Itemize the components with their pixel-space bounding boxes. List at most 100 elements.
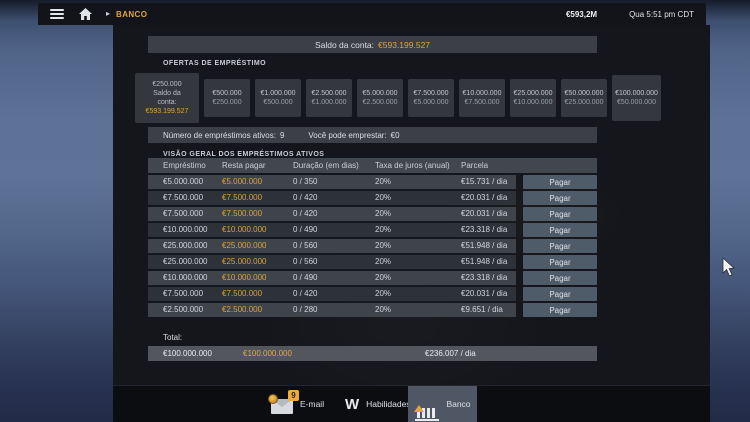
total-remaining: €100.000.000 xyxy=(243,346,292,361)
loan-offer-card[interactable]: €1.000.000 €500.000 xyxy=(255,79,301,117)
offer-amount: €50.000.000 xyxy=(565,89,604,98)
loan-installment: €9.651 / dia xyxy=(461,303,503,317)
loan-offer-card[interactable]: €7.500.000 €5.000.000 xyxy=(408,79,454,117)
loan-interest: 20% xyxy=(375,287,391,301)
loan-interest: 20% xyxy=(375,175,391,189)
pay-button[interactable]: Pagar xyxy=(523,271,597,285)
loan-duration: 0 / 490 xyxy=(293,223,317,237)
col-installment: Parcela xyxy=(461,158,488,173)
loan-offer-card[interactable]: €50.000.000 €25.000.000 xyxy=(561,79,607,117)
offer-sub-amount: €50.000.000 xyxy=(617,98,656,107)
pay-button[interactable]: Pagar xyxy=(523,287,597,301)
loan-remaining: €7.500.000 xyxy=(222,207,262,221)
loan-offer-card[interactable]: €25.000.000 €10.000.000 xyxy=(510,79,556,117)
loan-installment: €15.731 / dia xyxy=(461,175,507,189)
account-balance-bar: Saldo da conta: €593.199.527 xyxy=(148,36,597,53)
loan-offers: €250.000 Saldo da conta: €593.199.527 €5… xyxy=(135,73,661,123)
offer-sub-amount: €1.000.000 xyxy=(311,98,346,107)
home-icon[interactable] xyxy=(79,8,92,20)
loan-installment: €23.318 / dia xyxy=(461,223,507,237)
offer-sub-amount: €7.500.000 xyxy=(464,98,499,107)
can-borrow-value: €0 xyxy=(391,131,400,140)
loan-remaining: €10.000.000 xyxy=(222,223,267,237)
loan-row: €25.000.000 €25.000.000 0 / 560 20% €51.… xyxy=(148,239,597,253)
loan-interest: 20% xyxy=(375,191,391,205)
loan-duration: 0 / 420 xyxy=(293,287,317,301)
loan-row: €10.000.000 €10.000.000 0 / 490 20% €23.… xyxy=(148,223,597,237)
coin-icon xyxy=(268,394,278,404)
breadcrumb-arrow-icon: ▸ xyxy=(106,10,110,18)
active-loans-label: Número de empréstimos ativos: xyxy=(163,131,276,140)
loan-interest: 20% xyxy=(375,271,391,285)
pay-button[interactable]: Pagar xyxy=(523,223,597,237)
loan-offer-card[interactable]: €5.000.000 €2.500.000 xyxy=(357,79,403,117)
topbar: ▸ BANCO €593,2M Qua 5:51 pm CDT xyxy=(38,3,706,25)
loan-duration: 0 / 420 xyxy=(293,207,317,221)
loan-duration: 0 / 560 xyxy=(293,239,317,253)
loan-remaining: €10.000.000 xyxy=(222,271,267,285)
loan-duration: 0 / 350 xyxy=(293,175,317,189)
pay-button[interactable]: Pagar xyxy=(523,191,597,205)
loans-section-title: VISÃO GERAL DOS EMPRÉSTIMOS ATIVOS xyxy=(163,151,324,158)
game-screen: ▸ BANCO €593,2M Qua 5:51 pm CDT Saldo da… xyxy=(0,0,750,422)
loan-interest: 20% xyxy=(375,239,391,253)
offer-sub-amount: €250.000 xyxy=(212,98,241,107)
email-badge: 9 xyxy=(288,390,299,401)
pay-button[interactable]: Pagar xyxy=(523,239,597,253)
skills-icon: W xyxy=(345,397,359,412)
loan-amount: €25.000.000 xyxy=(163,255,208,269)
loan-row: €2.500.000 €2.500.000 0 / 280 20% €9.651… xyxy=(148,303,597,317)
loan-amount: €7.500.000 xyxy=(163,287,203,301)
loans-summary-bar: Número de empréstimos ativos: 9 Você pod… xyxy=(148,127,597,143)
tab-banco[interactable]: Banco xyxy=(408,386,477,422)
pay-button[interactable]: Pagar xyxy=(523,255,597,269)
bank-panel: Saldo da conta: €593.199.527 OFERTAS DE … xyxy=(113,25,710,422)
pay-button[interactable]: Pagar xyxy=(523,175,597,189)
offer-sub-amount: €2.500.000 xyxy=(362,98,397,107)
loan-offer-card[interactable]: €500.000 €250.000 xyxy=(204,79,250,117)
loan-offer-card[interactable]: €250.000 Saldo da conta: €593.199.527 xyxy=(135,73,199,123)
col-loan: Empréstimo xyxy=(163,158,206,173)
loan-remaining: €2.500.000 xyxy=(222,303,262,317)
loan-row: €10.000.000 €10.000.000 0 / 490 20% €23.… xyxy=(148,271,597,285)
loan-offer-card[interactable]: €10.000.000 €7.500.000 xyxy=(459,79,505,117)
loan-remaining: €25.000.000 xyxy=(222,255,267,269)
loan-interest: 20% xyxy=(375,255,391,269)
tab-email[interactable]: 9 E-mail xyxy=(271,386,324,422)
loan-remaining: €7.500.000 xyxy=(222,287,262,301)
loan-offer-card[interactable]: €2.500.000 €1.000.000 xyxy=(306,79,352,117)
offer-amount: €7.500.000 xyxy=(413,89,448,98)
offers-section-title: OFERTAS DE EMPRÉSTIMO xyxy=(163,60,266,67)
total-row: €100.000.000 €100.000.000 €236.007 / dia xyxy=(148,346,597,361)
offer-amount: €10.000.000 xyxy=(463,89,502,98)
loan-installment: €20.031 / dia xyxy=(461,207,507,221)
datetime: Qua 5:51 pm CDT xyxy=(629,10,694,19)
loan-amount: €5.000.000 xyxy=(163,175,203,189)
balance-label: Saldo da conta: xyxy=(315,40,374,50)
loan-amount: €7.500.000 xyxy=(163,207,203,221)
can-borrow-label: Você pode emprestar: xyxy=(308,131,386,140)
pay-button[interactable]: Pagar xyxy=(523,303,597,317)
tab-email-label: E-mail xyxy=(300,399,324,409)
loan-duration: 0 / 490 xyxy=(293,271,317,285)
offer-amount: €5.000.000 xyxy=(362,89,397,98)
col-remaining: Resta pagar xyxy=(222,158,266,173)
offer-amount: €250.000 xyxy=(152,80,181,89)
breadcrumb-banco[interactable]: BANCO xyxy=(116,10,147,19)
loan-amount: €25.000.000 xyxy=(163,239,208,253)
loan-interest: 20% xyxy=(375,223,391,237)
tab-habilidades[interactable]: W Habilidades xyxy=(345,386,411,422)
offer-sub-amount: €10.000.000 xyxy=(514,98,553,107)
loan-amount: €7.500.000 xyxy=(163,191,203,205)
loan-installment: €20.031 / dia xyxy=(461,191,507,205)
offer-balance-label: Saldo da xyxy=(153,89,181,98)
balance-value: €593.199.527 xyxy=(378,40,430,50)
money-balance: €593,2M xyxy=(566,10,597,19)
offer-sub-amount: €5.000.000 xyxy=(413,98,448,107)
offer-amount: €1.000.000 xyxy=(260,89,295,98)
menu-icon[interactable] xyxy=(50,9,64,19)
email-icon: 9 xyxy=(271,399,293,414)
bank-icon xyxy=(414,388,440,421)
loan-offer-card[interactable]: €100.000.000 €50.000.000 xyxy=(612,75,661,121)
pay-button[interactable]: Pagar xyxy=(523,207,597,221)
